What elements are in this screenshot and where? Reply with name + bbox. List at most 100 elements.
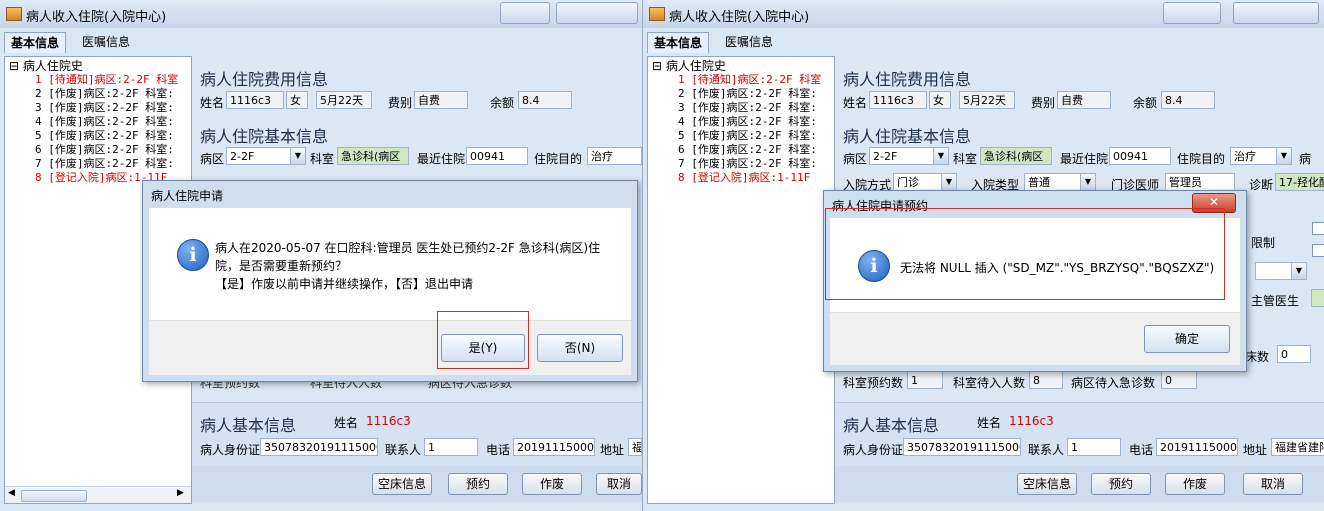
tree-item[interactable]: 3 [作废]病区:2-2F 科室: [678,101,817,115]
reserve-button[interactable]: 预约 [448,473,508,495]
admit-mode-value: 门诊 [897,176,919,189]
tab-orders[interactable]: 医嘱信息 [719,32,779,52]
empty-bed-button[interactable]: 空床信息 [372,473,432,495]
dialog-title: 病人住院申请 [151,189,224,203]
admit-mode-select[interactable]: 门诊 ▼ [893,173,957,191]
contact-field[interactable]: 1 [1067,438,1121,456]
balance-field: 8.4 [1161,91,1215,109]
dropdown-arrow-icon[interactable]: ▼ [1276,148,1291,164]
ward-select[interactable]: 2-2F ▼ [869,147,949,165]
tree-item[interactable]: 1 [待通知]病区:2-2F 科室 [678,73,821,87]
tree-item[interactable]: 6 [作废]病区:2-2F 科室: [35,143,174,157]
purpose-field[interactable]: 治疗 [587,147,642,165]
addr-field[interactable]: 福建省建阳 [1271,438,1324,456]
fee-type-label: 费别 [1031,96,1056,110]
addr-label: 地址 [600,443,625,457]
empty-bed-button[interactable]: 空床信息 [1017,473,1077,495]
tree-item[interactable]: 7 [作废]病区:2-2F 科室: [678,157,817,171]
chief-doctor-field[interactable] [1311,289,1324,307]
contact-label: 联系人 [1028,443,1065,457]
contact-label: 联系人 [385,443,422,457]
scroll-thumb[interactable] [21,490,87,502]
scroll-right-icon[interactable]: ▶ [177,488,184,498]
recent-field[interactable]: 00941 [1109,147,1171,165]
recent-field[interactable]: 00941 [466,147,528,165]
tab-basic-info[interactable]: 基本信息 [4,32,67,53]
fee-section-title: 病人住院费用信息 [843,70,972,89]
horizontal-scrollbar[interactable]: ◀ ▶ [5,486,191,503]
tree-item[interactable]: 4 [作废]病区:2-2F 科室: [35,115,174,129]
fee-type-field: 自费 [414,91,468,109]
tree-item[interactable]: 6 [作废]病区:2-2F 科室: [678,143,817,157]
maximize-button[interactable] [556,2,638,24]
tree-item[interactable]: 7 [作废]病区:2-2F 科室: [35,157,174,171]
dropdown-arrow-icon[interactable]: ▼ [933,148,948,164]
extra-select[interactable]: ▼ [1255,262,1307,280]
dropdown-arrow-icon[interactable]: ▼ [941,174,956,190]
maximize-button[interactable] [1233,2,1319,24]
purpose-label: 住院目的 [1177,152,1226,166]
void-button[interactable]: 作废 [522,473,582,495]
fee-type-field: 自费 [1057,91,1111,109]
tree-item[interactable]: 4 [作废]病区:2-2F 科室: [678,115,817,129]
dropdown-arrow-icon[interactable]: ▼ [1080,174,1095,190]
phone-label: 电话 [486,443,511,457]
tree-root[interactable]: ⊟ 病人住院史 [652,59,726,73]
cancel-button[interactable]: 取消 [1243,473,1303,495]
tree-item[interactable]: 2 [作废]病区:2-2F 科室: [35,87,174,101]
age-field: 5月22天 [959,91,1015,109]
dept-field[interactable]: 急诊科(病区 [337,147,409,165]
id-label: 病人身份证 [200,443,261,457]
tree-root[interactable]: ⊟ 病人住院史 [9,59,83,73]
tab-basic-info[interactable]: 基本信息 [647,32,710,53]
phone-field[interactable]: 20191115000 [513,438,595,456]
admit-type-select[interactable]: 普通 ▼ [1024,173,1096,191]
reserve-button[interactable]: 预约 [1091,473,1151,495]
id-field[interactable]: 350783201911150002 [903,438,1021,456]
scroll-left-icon[interactable]: ◀ [8,488,15,498]
bed-field[interactable]: 0 [1277,345,1311,363]
patient-name-label: 姓名 [334,416,359,430]
purpose-select[interactable]: 治疗 ▼ [1230,147,1292,165]
void-button[interactable]: 作废 [1165,473,1225,495]
collapse-icon[interactable]: ⊟ [9,59,19,73]
button-bar: 空床信息 预约 作废 取消 [835,466,1324,502]
chief-doctor-label: 主管医生 [1251,294,1300,308]
right-app-window: 病人收入住院(入院中心) 基本信息 医嘱信息 ⊟ 病人住院史 1 [待通知]病区… [642,0,1324,511]
cancel-button[interactable]: 取消 [596,473,642,495]
tree-item[interactable]: 5 [作废]病区:2-2F 科室: [678,129,817,143]
doctor-field[interactable]: 管理员 [1165,173,1235,191]
history-tree[interactable]: ⊟ 病人住院史 1 [待通知]病区:2-2F 科室 2 [作废]病区:2-2F … [647,56,835,504]
dept-field[interactable]: 急诊科(病区 [980,147,1052,165]
no-button[interactable]: 否(N) [537,334,623,362]
tab-orders[interactable]: 医嘱信息 [76,32,136,52]
purpose-value: 治疗 [1234,150,1256,163]
minimize-button[interactable] [500,2,550,24]
id-field[interactable]: 350783201911150002 [260,438,378,456]
checkbox[interactable] [1312,222,1324,235]
ok-button[interactable]: 确定 [1144,325,1230,353]
checkbox[interactable] [1312,244,1324,257]
ward-value: 2-2F [873,150,898,163]
tree-item[interactable]: 1 [待通知]病区:2-2F 科室 [35,73,178,87]
purpose-label: 住院目的 [534,152,583,166]
tree-item[interactable]: 8 [登记入院]病区:1-11F [678,171,810,185]
phone-field[interactable]: 20191115000 [1156,438,1238,456]
dropdown-arrow-icon[interactable]: ▼ [290,148,305,164]
title-bar: 病人收入住院(入院中心) [0,0,642,28]
addr-field[interactable]: 福 [628,438,642,456]
contact-field[interactable]: 1 [424,438,478,456]
minimize-button[interactable] [1163,2,1221,24]
collapse-icon[interactable]: ⊟ [652,59,662,73]
dropdown-arrow-icon[interactable]: ▼ [1291,263,1306,279]
tree-item[interactable]: 5 [作废]病区:2-2F 科室: [35,129,174,143]
info-icon: i [177,239,209,271]
dialog-footer: 是(Y) 否(N) [149,320,631,375]
tree-item[interactable]: 2 [作废]病区:2-2F 科室: [678,87,817,101]
diag-field[interactable]: 17-羟化酶 [1275,173,1324,191]
title-bar: 病人收入住院(入院中心) [643,0,1324,28]
tab-strip: 基本信息 医嘱信息 [643,30,1324,54]
patient-name: 1116c3 [1009,414,1054,428]
tree-item[interactable]: 3 [作废]病区:2-2F 科室: [35,101,174,115]
ward-select[interactable]: 2-2F ▼ [226,147,306,165]
